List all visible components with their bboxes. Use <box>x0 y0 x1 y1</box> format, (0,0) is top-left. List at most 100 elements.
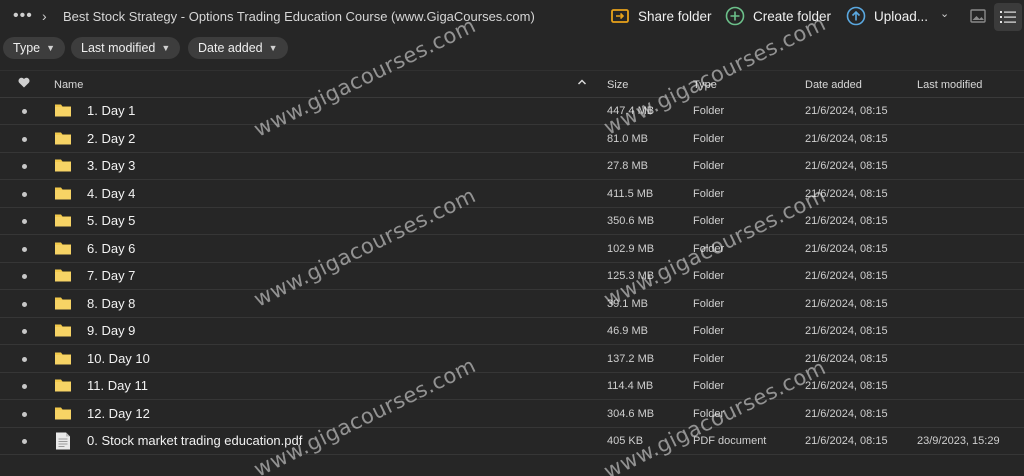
row-size: 46.9 MB <box>607 325 648 337</box>
table-row[interactable]: 10. Day 10 137.2 MB Folder 21/6/2024, 08:15 <box>0 346 1024 373</box>
chevron-down-icon: ▼ <box>46 43 56 53</box>
row-name: 6. Day 6 <box>87 240 136 256</box>
row-name: 12. Day 12 <box>87 405 150 421</box>
table-row[interactable]: 9. Day 9 46.9 MB Folder 21/6/2024, 08:15 <box>0 318 1024 345</box>
row-marker <box>22 246 27 252</box>
table-row[interactable]: 12. Day 12 304.6 MB Folder 21/6/2024, 08:15 <box>0 401 1024 428</box>
row-marker <box>22 439 27 444</box>
row-date-added: 21/6/2024, 08:15 <box>805 407 888 420</box>
row-size: 125.3 MB <box>607 270 655 282</box>
row-name: 10. Day 10 <box>87 350 150 366</box>
row-size: 81.0 MB <box>607 132 648 145</box>
row-size: 114.4 MB <box>607 380 654 392</box>
sort-ascending-icon[interactable] <box>577 77 587 90</box>
column-header-date-added[interactable]: Date added <box>805 79 862 91</box>
row-name: 7. Day 7 <box>87 268 136 283</box>
row-date-added: 21/6/2024, 08:15 <box>805 297 888 310</box>
create-folder-button[interactable]: Create folder <box>725 6 831 26</box>
row-type: Folder <box>693 132 725 145</box>
row-size: 102.9 MB <box>607 242 655 255</box>
row-name: 1. Day 1 <box>87 103 136 118</box>
row-type: Folder <box>693 407 725 420</box>
row-name: 5. Day 5 <box>87 213 136 228</box>
type-filter-label: Type <box>13 41 41 55</box>
breadcrumb-chevron-icon: › <box>42 8 47 24</box>
column-header-size[interactable]: Size <box>607 79 628 91</box>
share-folder-icon <box>610 6 630 26</box>
table-row[interactable]: 8. Day 8 39.1 MB Folder 21/6/2024, 08:15 <box>0 291 1024 318</box>
row-marker <box>22 301 27 307</box>
row-marker <box>22 356 27 362</box>
type-filter-chip[interactable]: Type ▼ <box>3 37 66 59</box>
list-view-icon[interactable] <box>994 3 1022 31</box>
row-type: Folder <box>693 242 725 255</box>
row-marker <box>22 411 27 417</box>
date-added-filter-chip[interactable]: Date added ▼ <box>188 37 288 59</box>
thumbnail-view-icon[interactable] <box>970 9 986 28</box>
folder-icon <box>54 102 72 123</box>
row-date-added: 21/6/2024, 08:15 <box>805 352 888 365</box>
create-folder-label: Create folder <box>753 8 832 24</box>
row-date-added: 21/6/2024, 08:15 <box>805 270 888 282</box>
last-modified-filter-chip[interactable]: Last modified ▼ <box>71 37 181 59</box>
row-date-added: 21/6/2024, 08:15 <box>805 105 888 117</box>
last-modified-filter-label: Last modified <box>81 41 156 55</box>
row-name: 11. Day 11 <box>87 378 148 393</box>
table-header: Name Size Type Date added Last modified <box>0 70 1024 98</box>
column-header-name[interactable]: Name <box>54 79 83 91</box>
folder-icon <box>54 185 72 206</box>
table-row[interactable]: 2. Day 2 81.0 MB Folder 21/6/2024, 08:15 <box>0 126 1024 153</box>
upload-arrow-icon <box>846 6 866 26</box>
folder-icon <box>54 240 72 261</box>
row-size: 137.2 MB <box>607 352 655 365</box>
row-size: 27.8 MB <box>607 160 648 172</box>
row-type: Folder <box>693 270 725 282</box>
row-size: 447.4 MB <box>607 105 655 117</box>
folder-icon <box>54 212 72 233</box>
column-header-last-modified[interactable]: Last modified <box>917 79 982 91</box>
row-date-added: 21/6/2024, 08:15 <box>805 132 888 145</box>
row-date-added: 21/6/2024, 08:15 <box>805 242 888 255</box>
row-type: Folder <box>693 352 725 365</box>
row-date-added: 21/6/2024, 08:15 <box>805 435 888 447</box>
folder-icon <box>54 377 72 398</box>
chevron-down-icon: ▼ <box>161 43 171 53</box>
row-type: Folder <box>693 325 725 337</box>
row-type: Folder <box>693 215 725 227</box>
column-header-type[interactable]: Type <box>693 79 717 91</box>
date-added-filter-label: Date added <box>198 41 263 55</box>
table-row[interactable]: 1. Day 1 447.4 MB Folder 21/6/2024, 08:15 <box>0 98 1024 125</box>
row-type: Folder <box>693 105 725 117</box>
upload-button[interactable]: Upload... ⌄ <box>846 6 949 26</box>
table-row[interactable]: 6. Day 6 102.9 MB Folder 21/6/2024, 08:15 <box>0 236 1024 263</box>
share-folder-label: Share folder <box>638 8 712 24</box>
table-row[interactable]: 7. Day 7 125.3 MB Folder 21/6/2024, 08:15 <box>0 263 1024 290</box>
folder-icon <box>54 350 72 371</box>
top-bar: ••• › Best Stock Strategy - Options Trad… <box>0 0 1024 34</box>
table-row[interactable]: 11. Day 11 114.4 MB Folder 21/6/2024, 08:15 <box>0 373 1024 400</box>
row-name: 9. Day 9 <box>87 323 136 338</box>
table-row[interactable]: 5. Day 5 350.6 MB Folder 21/6/2024, 08:15 <box>0 208 1024 235</box>
row-marker <box>22 274 27 279</box>
favourite-heart-icon[interactable] <box>18 77 30 91</box>
folder-icon <box>54 295 72 316</box>
row-marker <box>22 109 27 114</box>
row-last-modified: 23/9/2023, 15:29 <box>917 435 1000 447</box>
row-marker <box>22 219 27 224</box>
upload-dropdown-icon[interactable]: ⌄ <box>940 7 949 20</box>
share-folder-button[interactable]: Share folder <box>610 6 712 26</box>
breadcrumb-title[interactable]: Best Stock Strategy - Options Trading Ed… <box>63 9 535 24</box>
table-row[interactable]: 3. Day 3 27.8 MB Folder 21/6/2024, 08:15 <box>0 153 1024 180</box>
more-options-icon[interactable]: ••• <box>13 8 33 24</box>
row-size: 405 KB <box>607 435 644 447</box>
row-type: PDF document <box>693 435 767 447</box>
row-type: Folder <box>693 187 725 200</box>
row-name: 2. Day 2 <box>87 130 136 146</box>
row-type: Folder <box>693 297 725 310</box>
pdf-file-icon <box>54 432 72 455</box>
folder-icon <box>54 322 72 343</box>
table-row[interactable]: 0. Stock market trading education.pdf 405… <box>0 428 1024 455</box>
table-row[interactable]: 4. Day 4 411.5 MB Folder 21/6/2024, 08:15 <box>0 181 1024 208</box>
row-name: 8. Day 8 <box>87 295 136 311</box>
row-size: 39.1 MB <box>607 297 648 310</box>
